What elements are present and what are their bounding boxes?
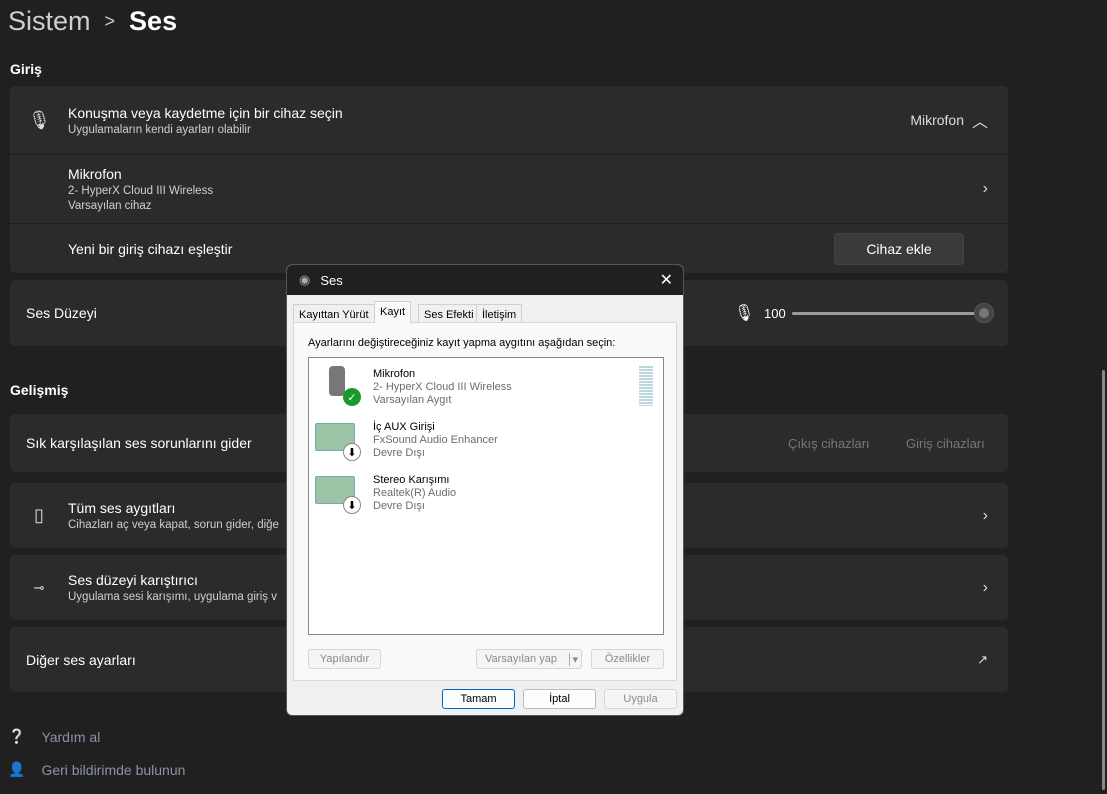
device-row[interactable]: Mikrofon 2- HyperX Cloud III Wireless Vars…: [10, 155, 1008, 223]
device-status: Varsayılan Aygıt: [373, 394, 452, 406]
tab-playback[interactable]: Kayıttan Yürüt: [293, 304, 375, 323]
section-advanced: Gelişmiş: [10, 382, 69, 398]
properties-button[interactable]: Özellikler: [591, 649, 664, 669]
dialog-title: Ses: [320, 272, 343, 288]
dropdown-arrow-icon[interactable]: ▾: [569, 652, 578, 666]
device-model: 2- HyperX Cloud III Wireless: [68, 185, 214, 197]
device-model: FxSound Audio Enhancer: [373, 434, 498, 446]
microphone-icon: [329, 366, 345, 396]
choose-input-row[interactable]: 🎙 Konuşma veya kaydetme için bir cihaz s…: [10, 86, 1008, 154]
mixer-icon: ⊸: [33, 579, 45, 595]
device-model: Realtek(R) Audio: [373, 487, 457, 499]
chevron-right-icon: ›: [982, 506, 988, 524]
selected-input: Mikrofon: [910, 112, 964, 128]
feedback-icon: 👤: [8, 761, 26, 777]
dialog-titlebar: ◉ Ses ✕: [287, 265, 683, 295]
device-name: Stereo Karışımı: [373, 474, 450, 486]
disabled-arrow-icon: ⬇: [343, 443, 361, 461]
all-devices-title: Tüm ses aygıtları: [68, 500, 176, 516]
device-status: Devre Dışı: [373, 447, 425, 459]
device-name: İç AUX Girişi: [373, 421, 435, 433]
scrollbar[interactable]: [1102, 370, 1105, 790]
device-status: Devre Dışı: [373, 500, 425, 512]
ok-button[interactable]: Tamam: [442, 689, 515, 709]
speaker-icon: ▯: [34, 505, 44, 525]
chevron-up-icon[interactable]: ︿: [972, 108, 988, 132]
breadcrumb-separator: >: [104, 11, 116, 31]
more-settings-label: Diğer ses ayarları: [26, 651, 136, 668]
set-default-label: Varsayılan yap: [485, 653, 557, 665]
device-item[interactable]: ✓ Mikrofon 2- HyperX Cloud III Wireless …: [315, 362, 655, 412]
input-devices-link[interactable]: Giriş cihazları: [906, 436, 985, 451]
device-list[interactable]: ✓ Mikrofon 2- HyperX Cloud III Wireless …: [308, 357, 664, 635]
device-item[interactable]: ⬇ İç AUX Girişi FxSound Audio Enhancer D…: [315, 415, 655, 465]
volume-label: Ses Düzeyi: [26, 305, 97, 321]
volume-value: 100: [764, 305, 786, 321]
instruction-text: Ayarlarını değiştireceğiniz kayıt yapma …: [308, 337, 616, 349]
device-item[interactable]: ⬇ Stereo Karışımı Realtek(R) Audio Devre…: [315, 468, 655, 518]
external-link-icon: ↗: [977, 651, 988, 667]
close-icon[interactable]: ✕: [660, 270, 673, 290]
add-device-button[interactable]: Cihaz ekle: [834, 232, 964, 265]
cancel-button[interactable]: İptal: [523, 689, 596, 709]
volume-slider[interactable]: [792, 302, 994, 323]
disabled-arrow-icon: ⬇: [343, 496, 361, 514]
tab-communication[interactable]: İletişim: [476, 304, 523, 323]
feedback-link[interactable]: 👤 Geri bildirimde bulunun: [8, 761, 185, 778]
volume-slider-thumb[interactable]: [974, 302, 994, 323]
speaker-icon: ◉: [299, 272, 311, 287]
recording-panel: Ayarlarını değiştireceğiniz kayıt yapma …: [293, 322, 677, 681]
all-devices-sub: Cihazları aç veya kapat, sorun gider, di…: [68, 519, 279, 531]
help-link[interactable]: ❔ Yardım al: [8, 728, 100, 745]
device-status: Varsayılan cihaz: [68, 200, 152, 212]
page-title: Ses: [129, 6, 178, 36]
device-name: Mikrofon: [373, 368, 416, 380]
chevron-right-icon: ›: [982, 578, 988, 596]
input-card: 🎙 Konuşma veya kaydetme için bir cihaz s…: [10, 86, 1008, 273]
mixer-sub: Uygulama sesi karışımı, uygulama giriş v: [68, 591, 277, 603]
configure-button[interactable]: Yapılandır: [308, 649, 381, 669]
choose-input-sub: Uygulamaların kendi ayarları olabilir: [68, 123, 251, 136]
feedback-label: Geri bildirimde bulunun: [41, 761, 186, 778]
default-check-icon: ✓: [343, 388, 361, 406]
help-icon: ❔: [8, 728, 26, 744]
output-devices-link[interactable]: Çıkış cihazları: [788, 436, 870, 451]
mixer-title: Ses düzeyi karıştırıcı: [68, 572, 198, 588]
help-label: Yardım al: [41, 728, 101, 745]
microphone-icon: 🎙: [734, 305, 755, 322]
breadcrumb-parent[interactable]: Sistem: [8, 6, 91, 37]
choose-input-title: Konuşma veya kaydetme için bir cihaz seç…: [68, 104, 343, 121]
apply-button[interactable]: Uygula: [604, 689, 677, 709]
level-meter: [639, 366, 653, 406]
device-name: Mikrofon: [68, 166, 122, 182]
set-default-button[interactable]: Varsayılan yap ▾: [476, 649, 582, 669]
tab-recording[interactable]: Kayıt: [374, 301, 412, 323]
tab-sound-effects[interactable]: Ses Efekti: [418, 304, 480, 323]
device-model: 2- HyperX Cloud III Wireless: [373, 381, 512, 393]
pair-label: Yeni bir giriş cihazı eşleştir: [68, 240, 233, 257]
sound-dialog: ◉ Ses ✕ Kayıttan Yürüt Kayıt Ses Efekti …: [286, 264, 684, 716]
troubleshoot-label: Sık karşılaşılan ses sorunlarını gider: [26, 435, 252, 451]
microphone-icon: 🎙: [28, 109, 51, 130]
section-input: Giriş: [10, 61, 42, 77]
chevron-right-icon: ›: [982, 180, 988, 197]
breadcrumb: Sistem > Ses: [8, 6, 177, 37]
